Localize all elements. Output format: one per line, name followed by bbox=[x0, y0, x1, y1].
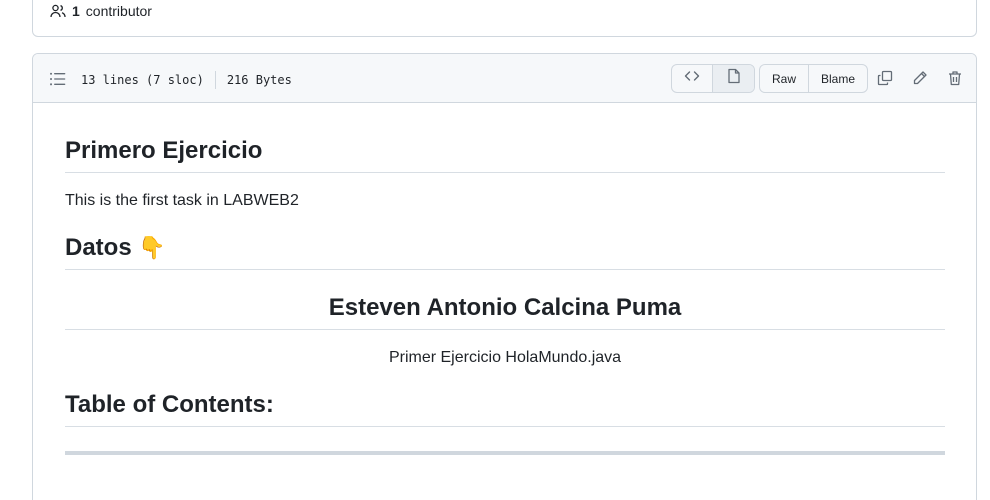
raw-blame-group: Raw Blame bbox=[759, 64, 869, 93]
horizontal-rule bbox=[65, 451, 945, 455]
code-icon bbox=[684, 68, 700, 89]
file-viewer: 13 lines (7 sloc) 216 Bytes Raw Blame Pr… bbox=[32, 53, 977, 500]
trash-icon[interactable] bbox=[946, 69, 964, 87]
author-heading: Esteven Antonio Calcina Puma bbox=[65, 294, 945, 330]
heading-table-of-contents: Table of Contents: bbox=[65, 391, 945, 427]
contributors-row[interactable]: 1 contributor bbox=[50, 3, 152, 19]
contributors-box: 1 contributor bbox=[32, 0, 977, 37]
blame-button[interactable]: Blame bbox=[808, 65, 867, 92]
line-count: 13 lines (7 sloc) bbox=[81, 73, 204, 87]
list-unordered-icon[interactable] bbox=[49, 70, 67, 88]
contributor-label: contributor bbox=[85, 3, 152, 19]
intro-paragraph: This is the first task in LABWEB2 bbox=[65, 192, 299, 209]
people-icon bbox=[50, 3, 66, 19]
file-info: 13 lines (7 sloc) 216 Bytes bbox=[81, 71, 292, 89]
exercise-line: Primer Ejercicio HolaMundo.java bbox=[388, 349, 622, 366]
pencil-icon[interactable] bbox=[911, 69, 929, 87]
preview-view-button[interactable] bbox=[712, 65, 754, 92]
view-toggle bbox=[671, 64, 755, 93]
divider bbox=[214, 71, 216, 89]
copy-icon[interactable] bbox=[876, 69, 894, 87]
readme-content: Primero Ejercicio This is the first task… bbox=[65, 103, 945, 455]
file-size: 216 Bytes bbox=[226, 73, 292, 87]
raw-button[interactable]: Raw bbox=[760, 65, 808, 92]
file-header: 13 lines (7 sloc) 216 Bytes Raw Blame bbox=[33, 54, 976, 103]
code-view-button[interactable] bbox=[672, 65, 712, 92]
heading-datos: Datos 👇 bbox=[65, 234, 945, 270]
heading-primero-ejercicio: Primero Ejercicio bbox=[65, 137, 945, 173]
datos-text: Datos bbox=[65, 234, 132, 261]
file-icon bbox=[727, 68, 741, 89]
contributor-count: 1 bbox=[72, 3, 80, 19]
pointing-down-emoji: 👇 bbox=[138, 236, 166, 261]
